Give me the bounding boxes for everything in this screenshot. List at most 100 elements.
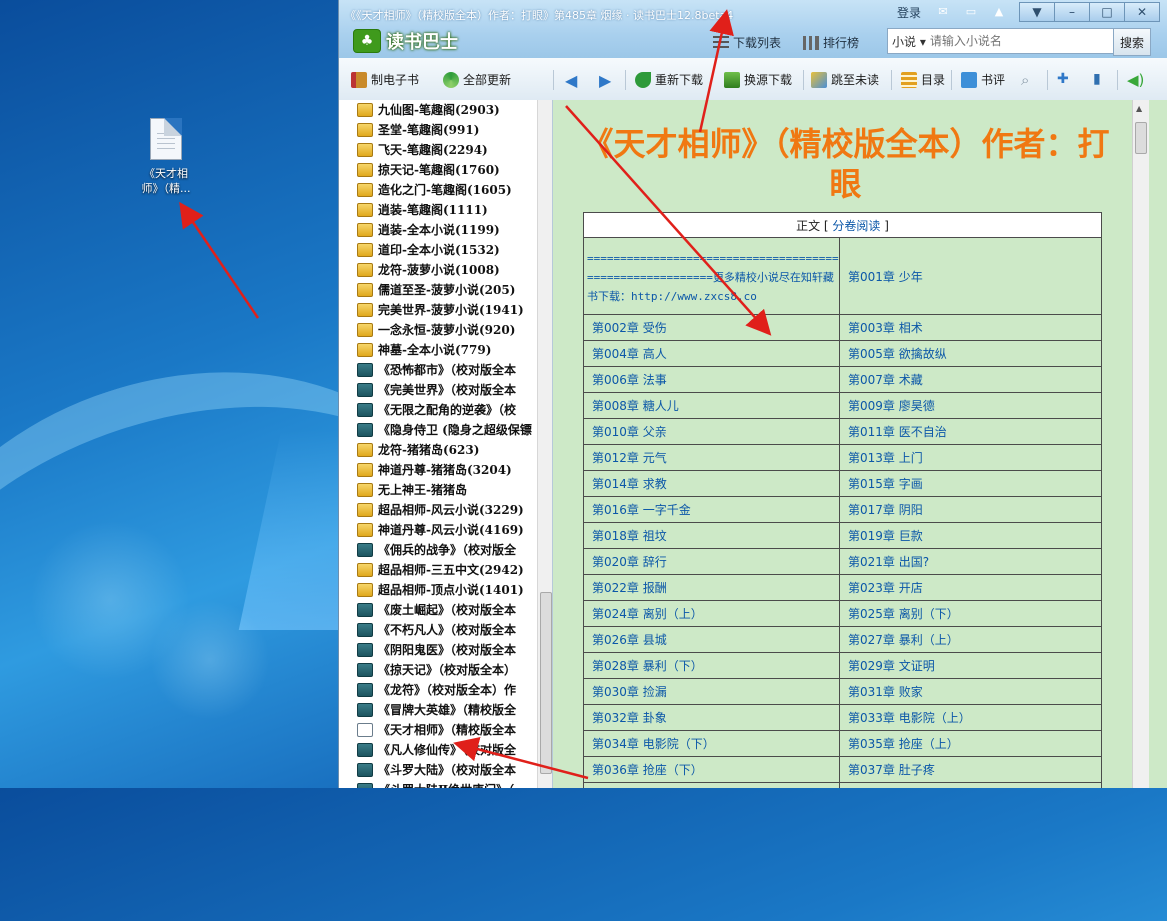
switch-source-button[interactable]: 换源下载 xyxy=(724,71,792,88)
chapter-link[interactable]: 第033章 电影院（上） xyxy=(839,704,1102,731)
book-list-item[interactable]: 《斗罗大陆Ⅱ绝世唐门》（ xyxy=(339,780,534,788)
book-list-item[interactable]: 《冒牌大英雄》（精校版全 xyxy=(339,700,534,720)
chapter-link[interactable]: 第028章 暴利（下） xyxy=(583,652,840,679)
chapter-link[interactable]: 第012章 元气 xyxy=(583,444,840,471)
download-list-link[interactable]: 下载列表 xyxy=(713,34,781,51)
chapter-link[interactable]: 第039章 出事了 xyxy=(839,782,1102,788)
chapter-link[interactable]: 第011章 医不自治 xyxy=(839,418,1102,445)
chapter-link[interactable]: 第001章 少年 xyxy=(839,237,1102,315)
book-list-scrollbar[interactable] xyxy=(537,100,552,788)
book-list-item[interactable]: 神道丹尊-风云小说(4169) xyxy=(339,520,534,540)
book-list-item[interactable]: 《斗罗大陆》（校对版全本 xyxy=(339,760,534,780)
book-list-item[interactable]: 《天才相师》（精校版全本 xyxy=(339,720,534,740)
book-list-item[interactable]: 龙符-菠萝小说(1008) xyxy=(339,260,534,280)
chapter-link[interactable]: 第009章 廖昊德 xyxy=(839,392,1102,419)
speaker-icon[interactable]: ◀) xyxy=(1127,71,1144,89)
book-list-item[interactable]: 无上神王-猪猪岛 xyxy=(339,480,534,500)
chapter-link[interactable]: 第017章 阴阳 xyxy=(839,496,1102,523)
add-bookmark-icon[interactable]: ✚ xyxy=(1057,71,1069,87)
book-list-item[interactable]: 《不朽凡人》（校对版全本 xyxy=(339,620,534,640)
back-arrow-icon[interactable]: ◀ xyxy=(565,71,577,90)
maximize-icon[interactable]: □ xyxy=(1089,2,1124,22)
chapter-link[interactable]: 第013章 上门 xyxy=(839,444,1102,471)
chapter-link[interactable]: 第022章 报酬 xyxy=(583,574,840,601)
chapter-link[interactable]: 第018章 祖坟 xyxy=(583,522,840,549)
book-list-item[interactable]: 逍装-笔趣阁(1111) xyxy=(339,200,534,220)
book-list-item[interactable]: 《阴阳鬼医》（校对版全本 xyxy=(339,640,534,660)
book-list-item[interactable]: 道印-全本小说(1532) xyxy=(339,240,534,260)
book-list-item[interactable]: 《佣兵的战争》（校对版全 xyxy=(339,540,534,560)
chapter-link[interactable]: 第037章 肚子疼 xyxy=(839,756,1102,783)
search-button[interactable]: 搜索 xyxy=(1113,28,1151,56)
minimize-icon[interactable]: – xyxy=(1054,2,1089,22)
book-list-item[interactable]: 超品相师-三五中文(2942) xyxy=(339,560,534,580)
chapter-link[interactable]: 第038章 钱途 xyxy=(583,782,840,788)
book-list-item[interactable]: 飞天-笔趣阁(2294) xyxy=(339,140,534,160)
book-list-item[interactable]: 超品相师-风云小说(3229) xyxy=(339,500,534,520)
chapter-link[interactable]: 第024章 离别（上） xyxy=(583,600,840,627)
book-list-item[interactable]: 龙符-猪猪岛(623) xyxy=(339,440,534,460)
chapter-link[interactable]: 第008章 糖人儿 xyxy=(583,392,840,419)
chapter-link[interactable]: 第034章 电影院（下） xyxy=(583,730,840,757)
forward-arrow-icon[interactable]: ▶ xyxy=(599,71,611,90)
chapter-link[interactable]: 第007章 术藏 xyxy=(839,366,1102,393)
mail-icon[interactable]: ✉ xyxy=(935,6,951,18)
book-list-item[interactable]: 神道丹尊-猪猪岛(3204) xyxy=(339,460,534,480)
book-list-item[interactable]: 完美世界-菠萝小说(1941) xyxy=(339,300,534,320)
search-box[interactable]: 小说 ▾ xyxy=(887,28,1115,54)
chapter-link[interactable]: 第036章 抢座（下） xyxy=(583,756,840,783)
book-list-item[interactable]: 造化之门-笔趣阁(1605) xyxy=(339,180,534,200)
book-list-item[interactable]: 《凡人修仙传》（校对版全 xyxy=(339,740,534,760)
skin-icon[interactable]: ▲ xyxy=(991,6,1007,18)
volume-read-link[interactable]: 分卷阅读 xyxy=(832,219,880,233)
chapter-link[interactable]: 第026章 县城 xyxy=(583,626,840,653)
book-list-item[interactable]: 一念永恒-菠萝小说(920) xyxy=(339,320,534,340)
chapter-link[interactable]: 第030章 捡漏 xyxy=(583,678,840,705)
chapter-link[interactable]: 第014章 求教 xyxy=(583,470,840,497)
chapter-link[interactable]: 第004章 高人 xyxy=(583,340,840,367)
review-button[interactable]: 书评 xyxy=(961,71,1005,88)
update-all-button[interactable]: 全部更新 xyxy=(443,71,511,88)
chapter-link[interactable]: 第016章 一字千金 xyxy=(583,496,840,523)
book-list-item[interactable]: 掠天记-笔趣阁(1760) xyxy=(339,160,534,180)
chapter-link[interactable]: 第006章 法事 xyxy=(583,366,840,393)
search-input[interactable] xyxy=(929,34,1080,48)
chapter-link[interactable]: 第021章 出国? xyxy=(839,548,1102,575)
chapter-link[interactable]: 第003章 相术 xyxy=(839,314,1102,341)
book-list-item[interactable]: 《掠天记》（校对版全本） xyxy=(339,660,534,680)
make-ebook-button[interactable]: 制电子书 xyxy=(351,71,419,88)
book-list-item[interactable]: 儒道至圣-菠萝小说(205) xyxy=(339,280,534,300)
book-list-item[interactable]: 逍装-全本小说(1199) xyxy=(339,220,534,240)
chapter-link[interactable]: 第002章 受伤 xyxy=(583,314,840,341)
book-list-item[interactable]: 《完美世界》（校对版全本 xyxy=(339,380,534,400)
rankings-link[interactable]: 排行榜 xyxy=(803,34,859,51)
chapter-link[interactable]: 第019章 巨款 xyxy=(839,522,1102,549)
chapter-link[interactable]: 第032章 卦象 xyxy=(583,704,840,731)
menu-dropdown-icon[interactable]: ▼ xyxy=(1019,2,1054,22)
toc-intro-link[interactable]: ========================================… xyxy=(583,237,840,315)
chapter-link[interactable]: 第020章 辞行 xyxy=(583,548,840,575)
chapter-link[interactable]: 第025章 离别（下） xyxy=(839,600,1102,627)
chapter-link[interactable]: 第005章 欲擒故纵 xyxy=(839,340,1102,367)
chapter-link[interactable]: 第023章 开店 xyxy=(839,574,1102,601)
toc-button[interactable]: 目录 xyxy=(901,71,945,88)
book-list-item[interactable]: 《隐身侍卫 (隐身之超级保镖 xyxy=(339,420,534,440)
chapter-link[interactable]: 第031章 败家 xyxy=(839,678,1102,705)
chapter-link[interactable]: 第035章 抢座（上） xyxy=(839,730,1102,757)
desktop-file-icon[interactable]: 《天才相 师》（精... xyxy=(130,118,202,196)
reading-scrollbar[interactable]: ▲ xyxy=(1132,100,1149,788)
chapter-link[interactable]: 第029章 文证明 xyxy=(839,652,1102,679)
chapter-link[interactable]: 第015章 字画 xyxy=(839,470,1102,497)
book-list-item[interactable]: 超品相师-顶点小说(1401) xyxy=(339,580,534,600)
book-list-item[interactable]: 《废土崛起》（校对版全本 xyxy=(339,600,534,620)
book-list-item[interactable]: 神墓-全本小说(779) xyxy=(339,340,534,360)
search-category-select[interactable]: 小说 ▾ xyxy=(888,33,930,50)
chapter-link[interactable]: 第010章 父亲 xyxy=(583,418,840,445)
book-list-item[interactable]: 《无限之配角的逆袭》（校 xyxy=(339,400,534,420)
book-list-item[interactable]: 圣堂-笔趣阁(991) xyxy=(339,120,534,140)
book-list-item[interactable]: 《恐怖都市》（校对版全本 xyxy=(339,360,534,380)
book-list-item[interactable]: 九仙图-笔趣阁(2903) xyxy=(339,100,534,120)
search-icon[interactable]: ⌕ xyxy=(1021,71,1029,89)
login-link[interactable]: 登录 xyxy=(897,4,921,21)
chapter-link[interactable]: 第027章 暴利（上） xyxy=(839,626,1102,653)
